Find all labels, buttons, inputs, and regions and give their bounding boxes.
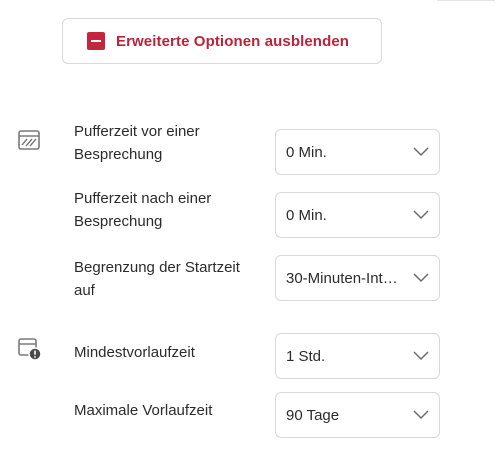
chevron-down-icon — [413, 210, 429, 220]
minus-square-icon — [87, 32, 105, 50]
buffer-after-label: Pufferzeit nach einer Besprechung — [74, 190, 212, 230]
min-notice-label: Mindestvorlaufzeit — [74, 344, 195, 361]
buffer-before-value: 0 Min. — [286, 143, 327, 161]
buffer-before-label: Pufferzeit vor einer Besprechung — [74, 123, 200, 163]
min-notice-select[interactable]: 1 Std. — [275, 333, 440, 379]
max-notice-value: 90 Tage — [286, 406, 340, 424]
max-notice-label: Maximale Vorlaufzeit — [74, 402, 213, 419]
buffer-before-select[interactable]: 0 Min. — [275, 129, 440, 175]
top-divider — [437, 0, 495, 1]
buffer-after-value: 0 Min. — [286, 206, 327, 224]
hide-advanced-options-label: Erweiterte Optionen ausblenden — [116, 32, 350, 50]
chevron-down-icon — [413, 147, 429, 157]
chevron-down-icon — [413, 410, 429, 420]
buffer-after-select[interactable]: 0 Min. — [275, 192, 440, 238]
start-time-limit-value: 30-Minuten-Intervalle — [286, 269, 403, 287]
max-notice-select[interactable]: 90 Tage — [275, 392, 440, 438]
buffer-time-icon — [18, 130, 40, 150]
chevron-down-icon — [413, 273, 429, 283]
hide-advanced-options-button[interactable]: Erweiterte Optionen ausblenden — [62, 18, 382, 64]
chevron-down-icon — [413, 351, 429, 361]
calendar-warning-icon — [18, 338, 42, 361]
min-notice-value: 1 Std. — [286, 347, 326, 365]
start-time-limit-label: Begrenzung der Startzeit auf — [74, 259, 240, 299]
start-time-limit-select[interactable]: 30-Minuten-Intervalle — [275, 255, 440, 301]
